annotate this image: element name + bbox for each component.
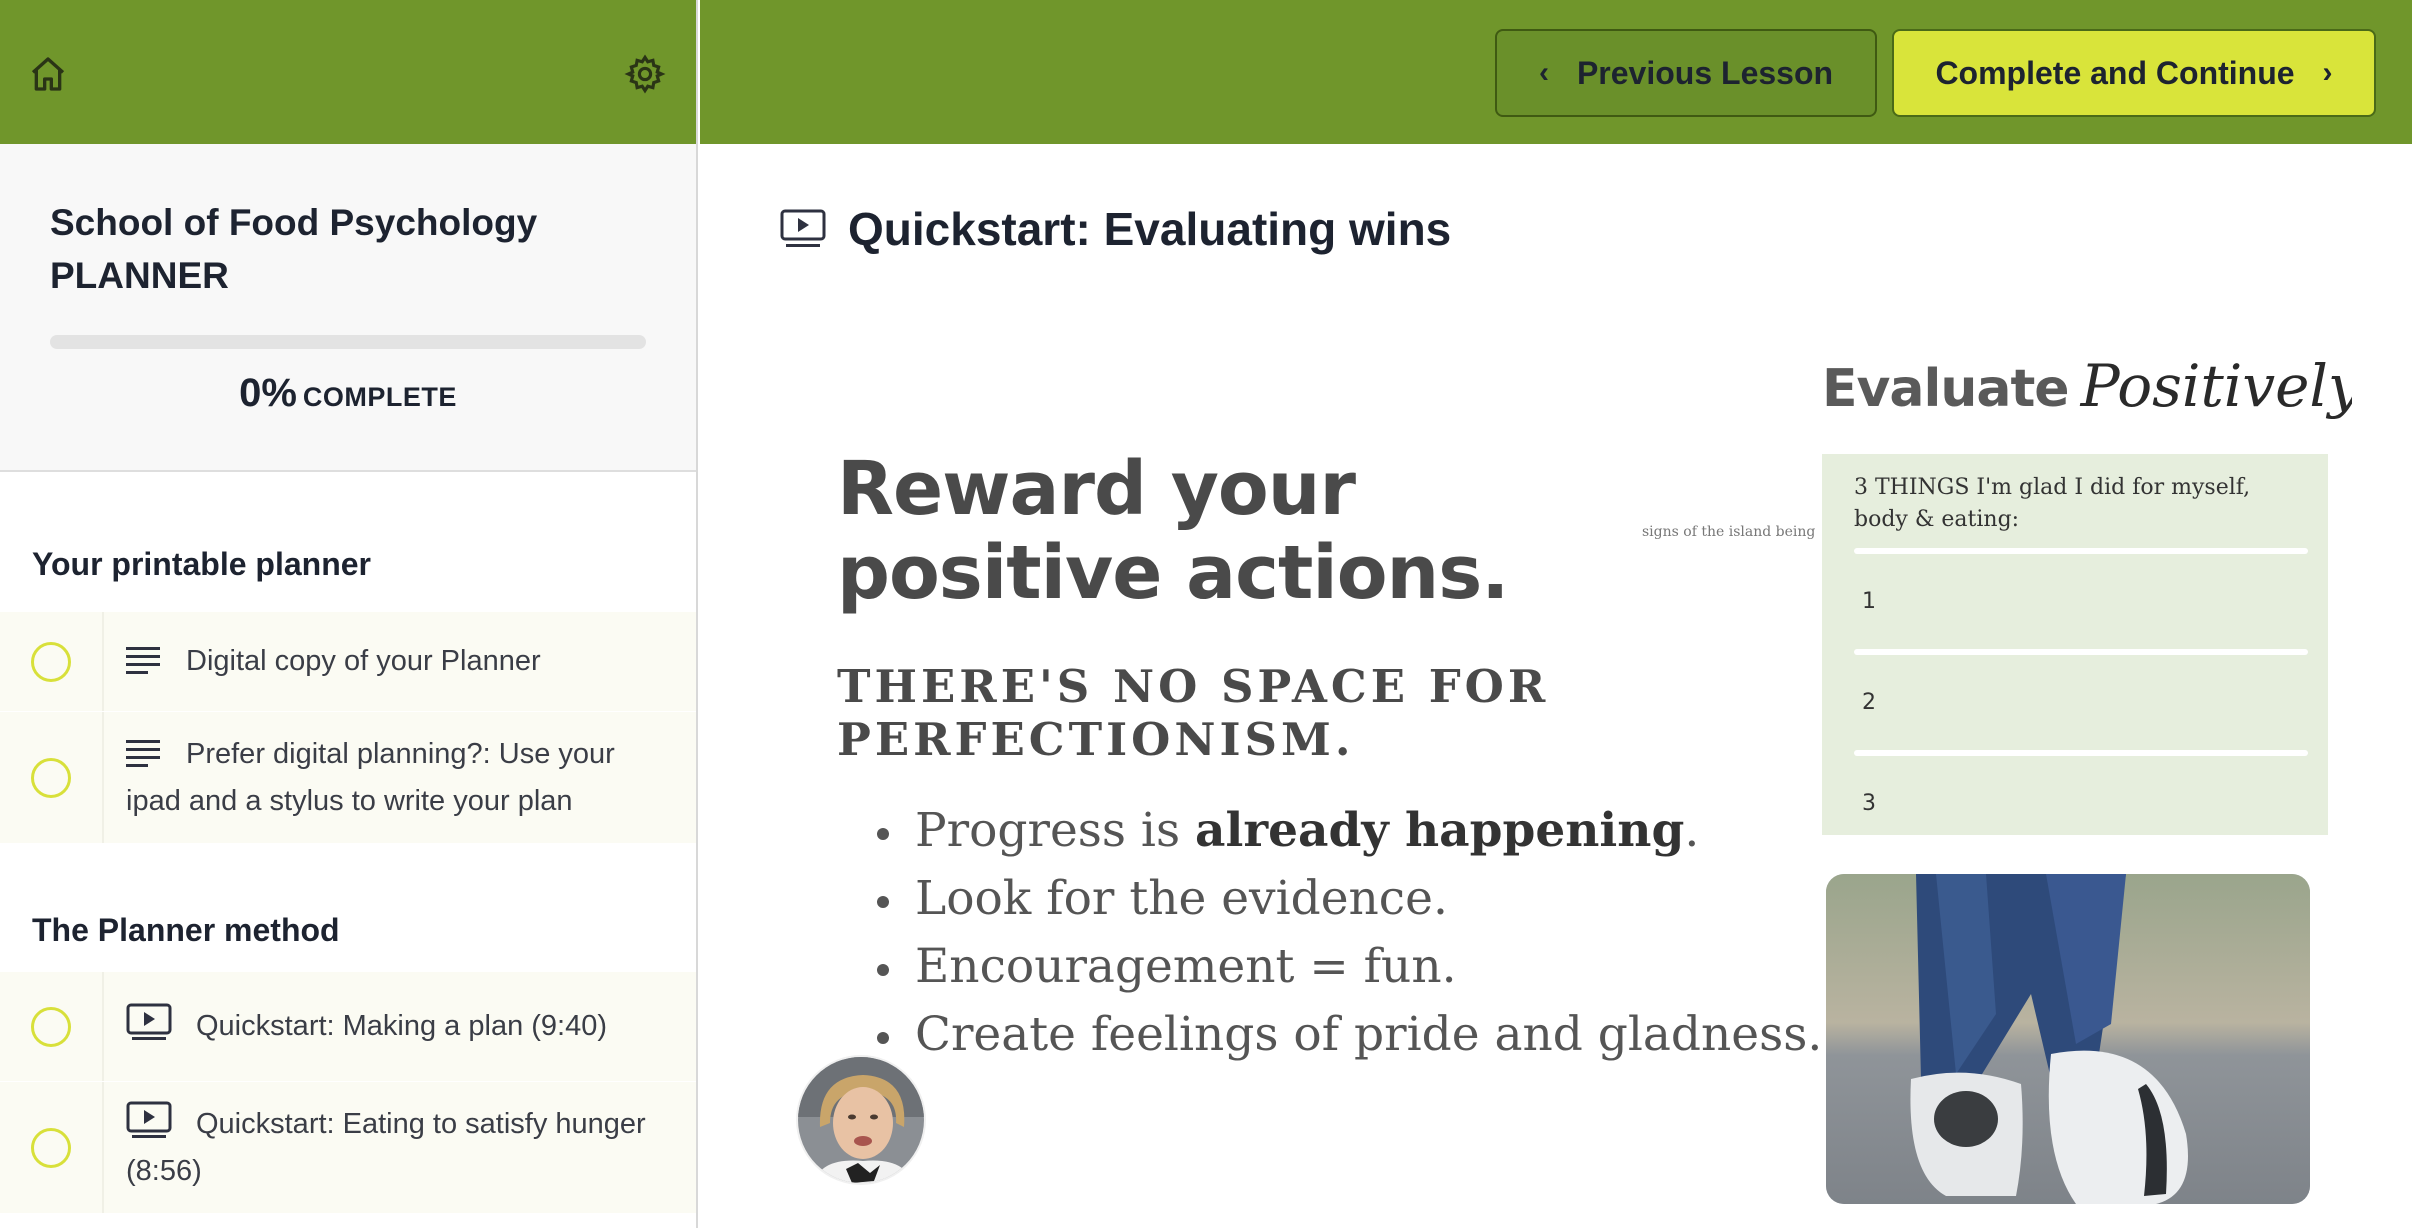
lesson-status — [0, 712, 104, 843]
complete-and-continue-label: Complete and Continue — [1935, 54, 2295, 91]
video-icon — [126, 1003, 172, 1040]
card-number: 1 — [1862, 589, 1876, 614]
progress-bar — [50, 335, 646, 349]
walking-shoes-photo — [1826, 874, 2310, 1204]
home-icon — [31, 57, 65, 91]
slide-bullet: Progress is already happening. — [837, 797, 1837, 865]
progress-percent: 0% — [239, 371, 297, 415]
slide-heading: Reward your positive actions. — [837, 446, 1509, 616]
lesson-label: Quickstart: Making a plan (9:40) — [196, 1010, 608, 1042]
lesson-status — [0, 1082, 104, 1213]
evaluate-positively-title: Evaluate Positively — [1822, 352, 2352, 420]
incomplete-circle-icon — [31, 1006, 71, 1047]
progress-text: 0% COMPLETE — [50, 371, 646, 416]
lesson-status — [0, 612, 104, 711]
course-title: School of Food Psychology PLANNER — [50, 202, 538, 296]
text-lines-icon — [126, 739, 160, 767]
lesson-title: Quickstart: Evaluating wins — [848, 203, 1452, 255]
section-title: The Planner method — [32, 911, 340, 948]
lesson-item[interactable]: Quickstart: Eating to satisfy hunger (8:… — [0, 1082, 696, 1214]
chevron-right-icon: › — [2322, 56, 2333, 89]
settings-button[interactable] — [623, 52, 667, 96]
lesson-item[interactable]: Quickstart: Making a plan (9:40) — [0, 972, 696, 1082]
video-icon — [780, 209, 826, 247]
lesson-label: Quickstart: Eating to satisfy hunger (8:… — [126, 1107, 646, 1187]
three-things-card: 3 THINGS I'm glad I did for myself, body… — [1822, 454, 2328, 835]
home-button[interactable] — [26, 52, 70, 96]
slide-bullet-list: Progress is already happening. Look for … — [837, 797, 1837, 1069]
lesson-label: Prefer digital planning?: Use your ipad … — [126, 737, 615, 817]
slide-bullet: Look for the evidence. — [837, 865, 1837, 933]
lesson-heading: Quickstart: Evaluating wins — [780, 196, 1451, 262]
progress-label: COMPLETE — [302, 382, 457, 412]
card-heading: 3 THINGS I'm glad I did for myself, body… — [1854, 475, 2251, 532]
video-icon — [126, 1101, 172, 1138]
chevron-left-icon: ‹ — [1538, 56, 1549, 89]
card-number: 3 — [1862, 791, 1876, 816]
lesson-item[interactable]: Digital copy of your Planner — [0, 612, 696, 712]
slide-bullet: Encouragement = fun. — [837, 933, 1837, 1001]
section-title: Your printable planner — [32, 545, 371, 582]
incomplete-circle-icon — [31, 1127, 71, 1168]
text-lines-icon — [126, 647, 160, 674]
previous-lesson-label: Previous Lesson — [1576, 54, 1834, 91]
slide-bullet: Create feelings of pride and gladness. — [837, 1001, 1837, 1069]
sidebar-header — [0, 0, 696, 144]
course-info: School of Food Psychology PLANNER 0% COMP… — [0, 144, 696, 472]
complete-and-continue-button[interactable]: Complete and Continue › — [1892, 29, 2376, 117]
presenter-avatar — [796, 1055, 926, 1185]
lesson-item[interactable]: Prefer digital planning?: Use your ipad … — [0, 712, 696, 844]
gear-icon — [624, 54, 666, 94]
incomplete-circle-icon — [31, 757, 71, 798]
card-number: 2 — [1862, 690, 1876, 715]
lesson-status — [0, 972, 104, 1081]
incomplete-circle-icon — [31, 641, 71, 682]
lesson-label: Digital copy of your Planner — [186, 645, 541, 677]
course-sidebar: School of Food Psychology PLANNER 0% COMP… — [0, 0, 698, 1228]
slide-faded-text: signs of the island being — [1642, 524, 1816, 540]
lesson-topbar: ‹ Previous Lesson Complete and Continue … — [700, 0, 2412, 144]
slide-subheading: THERE'S NO SPACE FOR PERFECTIONISM. — [837, 660, 1550, 766]
previous-lesson-button[interactable]: ‹ Previous Lesson — [1495, 29, 1877, 117]
video-player[interactable]: Reward your positive actions. signs of t… — [780, 322, 2352, 1228]
